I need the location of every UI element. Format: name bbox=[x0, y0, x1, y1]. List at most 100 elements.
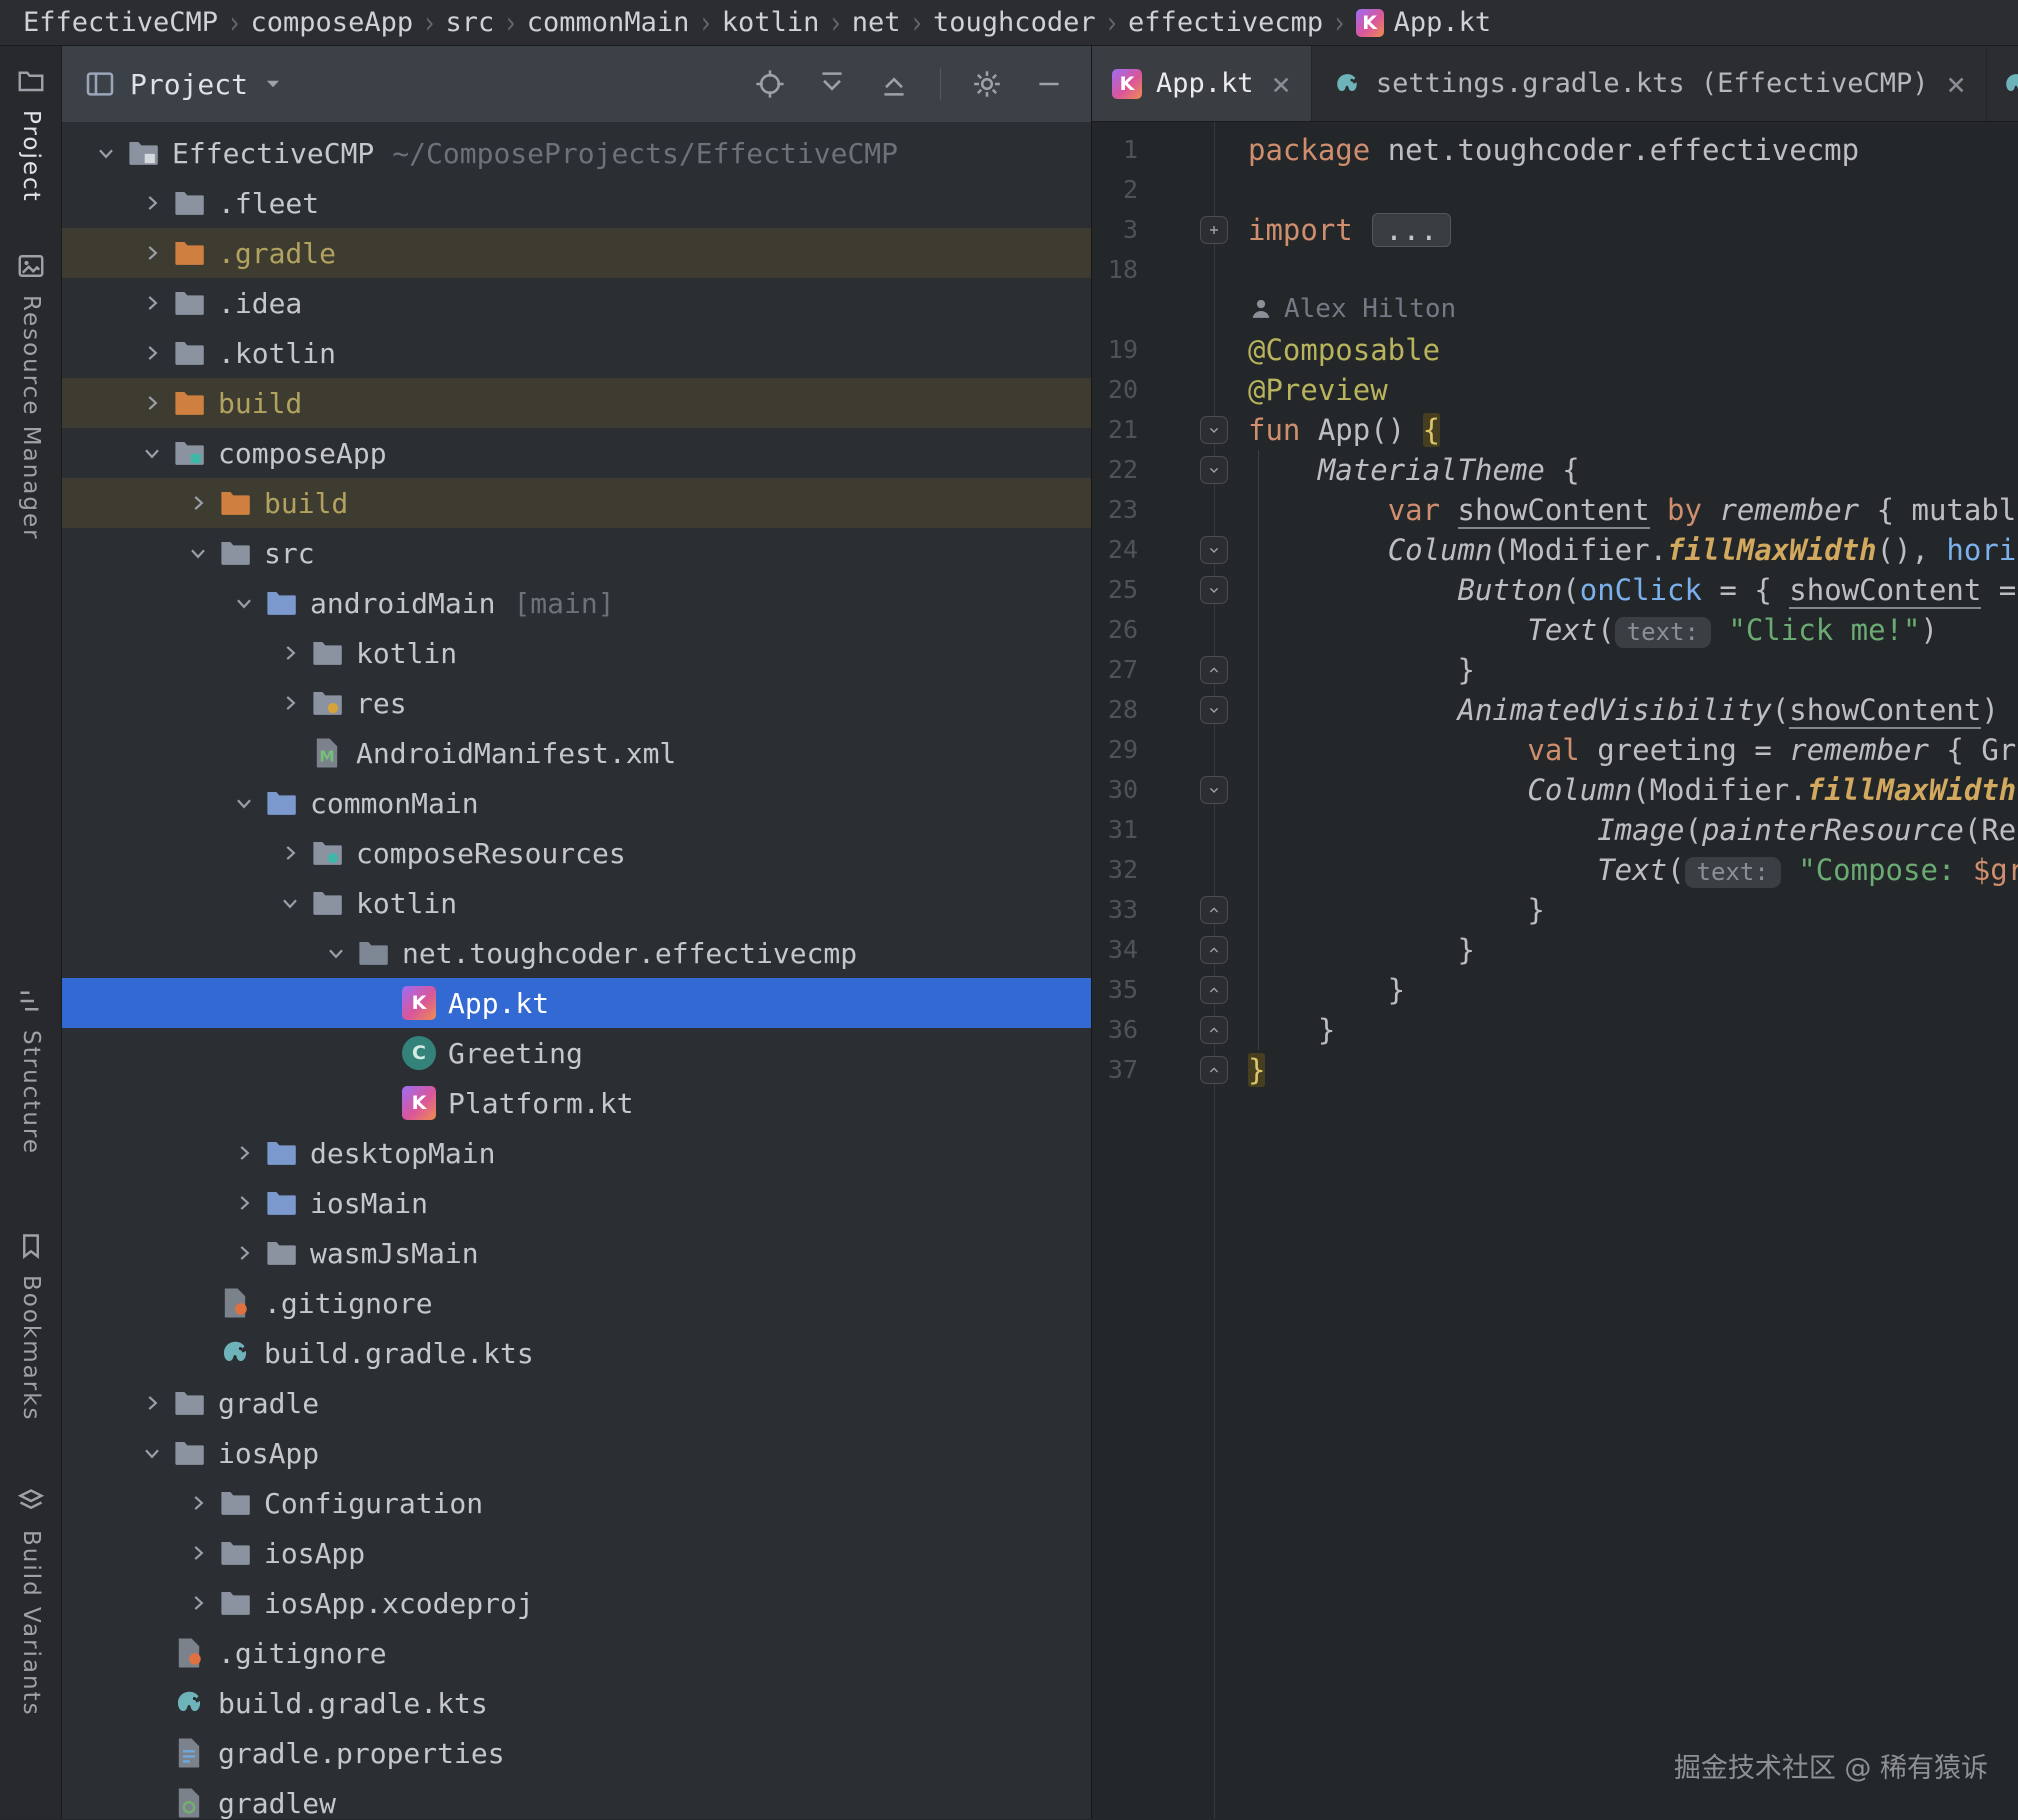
fold-open-icon[interactable] bbox=[1200, 576, 1228, 604]
tree-item-build[interactable]: build bbox=[62, 478, 1091, 528]
breadcrumb-item-app-kt[interactable]: KApp.kt bbox=[1349, 7, 1499, 38]
chevron-down-icon[interactable] bbox=[270, 883, 310, 923]
code-area[interactable]: 1package net.toughcoder.effectivecmp23im… bbox=[1092, 122, 2018, 1819]
chevron-right-icon[interactable] bbox=[132, 1383, 172, 1423]
editor-tab-app-kt[interactable]: KApp.kt× bbox=[1092, 46, 1312, 121]
fold-plus-icon[interactable] bbox=[1200, 216, 1228, 244]
tree-item-app-kt[interactable]: KApp.kt bbox=[62, 978, 1091, 1028]
tree-item-androidmain[interactable]: androidMain[main] bbox=[62, 578, 1091, 628]
tree-item-res[interactable]: res bbox=[62, 678, 1091, 728]
breadcrumb-item-kotlin[interactable]: kotlin bbox=[715, 7, 827, 38]
tree-item-composeapp[interactable]: composeApp bbox=[62, 428, 1091, 478]
chevron-right-icon[interactable] bbox=[132, 283, 172, 323]
chevron-right-icon[interactable] bbox=[178, 1533, 218, 1573]
tree-item-greeting[interactable]: CGreeting bbox=[62, 1028, 1091, 1078]
tree-item-net-toughcoder-effectivecmp[interactable]: net.toughcoder.effectivecmp bbox=[62, 928, 1091, 978]
tool-strip-structure[interactable]: Structure bbox=[0, 986, 62, 1155]
chevron-right-icon[interactable] bbox=[132, 233, 172, 273]
chevron-down-icon[interactable] bbox=[178, 533, 218, 573]
tree-item-build[interactable]: build bbox=[62, 378, 1091, 428]
fold-open-icon[interactable] bbox=[1200, 696, 1228, 724]
expand-all-icon[interactable] bbox=[816, 68, 848, 100]
fold-open-icon[interactable] bbox=[1200, 456, 1228, 484]
tree-item-gitignore[interactable]: .gitignore bbox=[62, 1628, 1091, 1678]
chevron-right-icon[interactable] bbox=[224, 1133, 264, 1173]
fold-open-icon[interactable] bbox=[1200, 776, 1228, 804]
chevron-right-icon[interactable] bbox=[132, 333, 172, 373]
chevron-right-icon[interactable] bbox=[224, 1233, 264, 1273]
chevron-down-icon[interactable] bbox=[132, 1433, 172, 1473]
close-icon[interactable]: × bbox=[1947, 68, 1966, 100]
chevron-right-icon[interactable] bbox=[132, 183, 172, 223]
fold-open-icon[interactable] bbox=[1200, 416, 1228, 444]
tree-item-androidmanifest-xml[interactable]: MAndroidManifest.xml bbox=[62, 728, 1091, 778]
tree-item-effectivecmp[interactable]: EffectiveCMP~/ComposeProjects/EffectiveC… bbox=[62, 128, 1091, 178]
tool-strip-project[interactable]: Project bbox=[0, 66, 62, 203]
chevron-right-icon[interactable] bbox=[178, 1583, 218, 1623]
tree-item-wasmjsmain[interactable]: wasmJsMain bbox=[62, 1228, 1091, 1278]
collapse-all-icon[interactable] bbox=[878, 68, 910, 100]
tree-item-gradlew[interactable]: gradlew bbox=[62, 1778, 1091, 1819]
editor-tab-overflow[interactable] bbox=[1987, 46, 2018, 121]
fold-close-icon[interactable] bbox=[1200, 896, 1228, 924]
tree-item-iosapp[interactable]: iosApp bbox=[62, 1528, 1091, 1578]
chevron-down-icon[interactable] bbox=[86, 133, 126, 173]
tree-item-gradle[interactable]: .gradle bbox=[62, 228, 1091, 278]
fold-close-icon[interactable] bbox=[1200, 976, 1228, 1004]
breadcrumb-item-src[interactable]: src bbox=[439, 7, 502, 38]
tree-item-idea[interactable]: .idea bbox=[62, 278, 1091, 328]
breadcrumb-item-net[interactable]: net bbox=[845, 7, 908, 38]
chevron-down-icon[interactable] bbox=[316, 933, 356, 973]
chevron-down-icon[interactable] bbox=[224, 583, 264, 623]
tree-item-desktopmain[interactable]: desktopMain bbox=[62, 1128, 1091, 1178]
tree-item-gitignore[interactable]: .gitignore bbox=[62, 1278, 1091, 1328]
tree-item-configuration[interactable]: Configuration bbox=[62, 1478, 1091, 1528]
chevron-right-icon[interactable] bbox=[270, 833, 310, 873]
tree-item-composeresources[interactable]: composeResources bbox=[62, 828, 1091, 878]
fold-close-icon[interactable] bbox=[1200, 936, 1228, 964]
chevron-right-icon[interactable] bbox=[178, 483, 218, 523]
tree-item-build-gradle-kts[interactable]: build.gradle.kts bbox=[62, 1328, 1091, 1378]
chevron-right-icon[interactable] bbox=[178, 1483, 218, 1523]
chevron-right-icon[interactable] bbox=[270, 633, 310, 673]
chevron-right-icon[interactable] bbox=[270, 683, 310, 723]
tree-item-kotlin[interactable]: kotlin bbox=[62, 878, 1091, 928]
tree-item-gradle-properties[interactable]: gradle.properties bbox=[62, 1728, 1091, 1778]
tree-item-fleet[interactable]: .fleet bbox=[62, 178, 1091, 228]
author-inlay[interactable]: Alex Hilton bbox=[1092, 290, 2018, 330]
breadcrumb-item-composeapp[interactable]: composeApp bbox=[244, 7, 421, 38]
settings-icon[interactable] bbox=[971, 68, 1003, 100]
chevron-down-icon[interactable] bbox=[262, 73, 284, 95]
hide-icon[interactable] bbox=[1033, 68, 1065, 100]
editor-tab-settings-gradle-kts-effectivecmp[interactable]: settings.gradle.kts (EffectiveCMP)× bbox=[1312, 46, 1987, 121]
close-icon[interactable]: × bbox=[1272, 68, 1291, 100]
breadcrumb-item-commonmain[interactable]: commonMain bbox=[520, 7, 697, 38]
chevron-spacer bbox=[362, 1083, 402, 1123]
chevron-right-icon[interactable] bbox=[132, 383, 172, 423]
tree-item-src[interactable]: src bbox=[62, 528, 1091, 578]
chevron-down-icon[interactable] bbox=[132, 433, 172, 473]
tool-strip-resource-manager[interactable]: Resource Manager bbox=[0, 251, 62, 541]
tree-item-iosapp-xcodeproj[interactable]: iosApp.xcodeproj bbox=[62, 1578, 1091, 1628]
tree-item-commonmain[interactable]: commonMain bbox=[62, 778, 1091, 828]
tree-item-kotlin[interactable]: .kotlin bbox=[62, 328, 1091, 378]
tree-item-build-gradle-kts[interactable]: build.gradle.kts bbox=[62, 1678, 1091, 1728]
tool-strip-bookmarks[interactable]: Bookmarks bbox=[0, 1231, 62, 1422]
tree-item-iosapp[interactable]: iosApp bbox=[62, 1428, 1091, 1478]
fold-open-icon[interactable] bbox=[1200, 536, 1228, 564]
chevron-right-icon[interactable] bbox=[224, 1183, 264, 1223]
fold-close-icon[interactable] bbox=[1200, 1016, 1228, 1044]
fold-close-icon[interactable] bbox=[1200, 1056, 1228, 1084]
tree-item-gradle[interactable]: gradle bbox=[62, 1378, 1091, 1428]
breadcrumb-item-toughcoder[interactable]: toughcoder bbox=[926, 7, 1103, 38]
breadcrumb-item-effectivecmp[interactable]: EffectiveCMP bbox=[16, 7, 225, 38]
tree-item-iosmain[interactable]: iosMain bbox=[62, 1178, 1091, 1228]
tree-item-platform-kt[interactable]: KPlatform.kt bbox=[62, 1078, 1091, 1128]
breadcrumb-item-effectivecmp[interactable]: effectivecmp bbox=[1121, 7, 1330, 38]
project-panel-title[interactable]: Project bbox=[130, 68, 248, 101]
tree-item-kotlin[interactable]: kotlin bbox=[62, 628, 1091, 678]
locate-icon[interactable] bbox=[754, 68, 786, 100]
fold-close-icon[interactable] bbox=[1200, 656, 1228, 684]
chevron-down-icon[interactable] bbox=[224, 783, 264, 823]
tool-strip-build-variants[interactable]: Build Variants bbox=[0, 1486, 62, 1717]
